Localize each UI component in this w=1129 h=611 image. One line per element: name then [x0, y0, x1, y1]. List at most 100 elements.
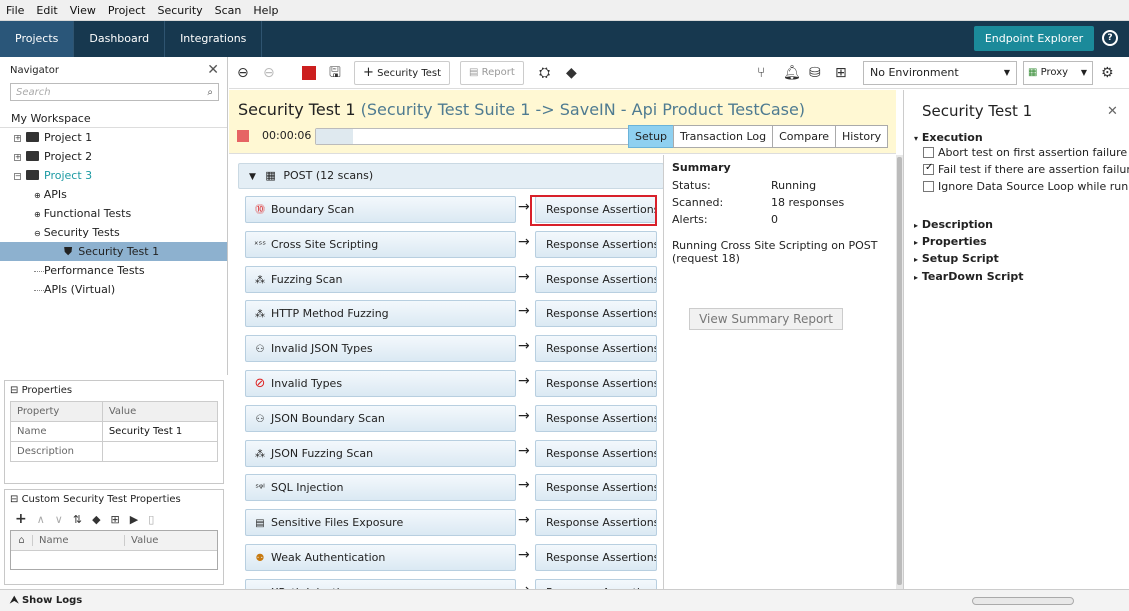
tree-item-functional-tests[interactable]: ⊕ Functional Tests — [0, 204, 227, 223]
scan-item[interactable]: ⚇ JSON Boundary Scan — [245, 405, 516, 432]
response-assertions-button[interactable]: Response Assertions — [535, 579, 657, 589]
report-button[interactable]: ▤ Report — [460, 61, 524, 85]
save-icon[interactable]: 🖫 — [329, 65, 341, 81]
menu-help[interactable]: Help — [253, 4, 278, 17]
clear-icon[interactable]: ◆ — [92, 513, 100, 526]
scan-item[interactable]: ⁂ JSON Fuzzing Scan — [245, 440, 516, 467]
view-summary-report-button[interactable]: View Summary Report — [689, 308, 843, 330]
checkbox[interactable] — [923, 162, 934, 175]
diamond-icon[interactable]: ◆ — [566, 65, 577, 81]
response-assertions-button[interactable]: Response Assertions — [535, 370, 657, 397]
response-assertions-button[interactable]: Response Assertions — [535, 405, 657, 432]
response-assertions-button[interactable]: Response Assertions — [535, 231, 657, 258]
scan-item[interactable]: ⊘ Invalid Types — [245, 370, 516, 397]
move-down-icon[interactable]: ∨ — [55, 513, 63, 526]
menu-edit[interactable]: Edit — [36, 4, 57, 17]
scan-item[interactable]: ˣᵖ XPath Injection — [245, 579, 516, 589]
response-assertions-button[interactable]: Response Assertions — [535, 266, 657, 293]
tab-transaction-log[interactable]: Transaction Log — [673, 125, 774, 148]
import-icon[interactable]: ⊞ — [111, 513, 120, 526]
scan-item[interactable]: ⓾ Boundary Scan — [245, 196, 516, 223]
horizontal-scrollbar[interactable] — [972, 597, 1074, 605]
section-setup-script[interactable]: ▸ Setup Script — [914, 252, 999, 265]
security-test-button[interactable]: + Security Test — [354, 61, 451, 85]
tree-item-apis[interactable]: ⊕ APIs — [0, 185, 227, 204]
scan-item[interactable]: ⚉ Weak Authentication — [245, 544, 516, 571]
table-row[interactable]: Name Security Test 1 — [10, 421, 219, 442]
gear-icon[interactable]: ⚙ — [1101, 65, 1114, 81]
move-up-icon[interactable]: ∧ — [37, 513, 45, 526]
section-execution[interactable]: ▾ Execution — [914, 131, 983, 144]
show-logs-button[interactable]: ⮝ Show Logs — [10, 595, 82, 606]
endpoint-explorer-button[interactable]: Endpoint Explorer — [974, 26, 1094, 51]
search-icon[interactable]: ⌕ — [207, 87, 213, 98]
menu-scan[interactable]: Scan — [215, 4, 242, 17]
response-assertions-button[interactable]: Response Assertions — [535, 335, 657, 362]
response-assertions-button[interactable]: Response Assertions — [535, 474, 657, 501]
section-properties[interactable]: ▸ Properties — [914, 235, 987, 248]
response-assertions-button[interactable]: Response Assertions — [535, 300, 657, 327]
tab-history[interactable]: History — [835, 125, 889, 148]
response-assertions-button[interactable]: Response Assertions — [535, 440, 657, 467]
back-icon[interactable]: ⊖ — [237, 65, 249, 81]
tree-item-apis-virtual[interactable]: APIs (Virtual) — [0, 280, 227, 299]
option-fail-on-assertion[interactable]: Fail test if there are assertion failure… — [923, 162, 1129, 176]
scan-item[interactable]: ⁂ HTTP Method Fuzzing — [245, 300, 516, 327]
collapse-icon[interactable]: − — [14, 172, 21, 180]
close-icon[interactable]: ✕ — [1107, 104, 1118, 119]
scan-item[interactable]: ⁂ Fuzzing Scan — [245, 266, 516, 293]
option-abort-on-failure[interactable]: Abort test on first assertion failure — [923, 146, 1127, 159]
tab-projects[interactable]: Projects — [0, 21, 75, 57]
scan-item[interactable]: ▤ Sensitive Files Exposure — [245, 509, 516, 536]
forward-icon[interactable]: ⊖ — [263, 65, 275, 81]
branch-icon[interactable]: ⑂ — [757, 65, 765, 81]
chevron-down-icon[interactable]: ▼ — [249, 172, 256, 182]
tree-item-project-1[interactable]: + Project 1 — [0, 128, 227, 147]
post-header[interactable]: ▼ ▦ POST (12 scans) — [238, 163, 663, 189]
add-icon[interactable]: + — [15, 511, 27, 527]
vertical-scrollbar[interactable] — [896, 155, 903, 589]
tree-item-project-2[interactable]: + Project 2 — [0, 147, 227, 166]
response-assertions-button[interactable]: Response Assertions — [535, 509, 657, 536]
navigator-search-input[interactable]: Search ⌕ — [10, 83, 219, 101]
database-icon[interactable]: ⛁ — [809, 65, 821, 81]
tree-item-project-3[interactable]: − Project 3 — [0, 166, 227, 185]
tree-item-security-tests[interactable]: ⊖ Security Tests — [0, 223, 227, 242]
menu-project[interactable]: Project — [108, 4, 146, 17]
checkbox[interactable] — [923, 181, 934, 192]
close-icon[interactable]: ✕ — [207, 62, 219, 78]
tab-dashboard[interactable]: Dashboard — [74, 21, 166, 57]
expand-icon[interactable]: + — [14, 134, 21, 142]
table-row[interactable]: Description — [10, 441, 219, 462]
collapse-icon[interactable]: ⊟ — [10, 385, 18, 396]
collapse-icon[interactable]: ⊟ — [10, 494, 18, 505]
scrollbar-thumb[interactable] — [897, 157, 902, 585]
expand-icon[interactable]: + — [14, 153, 21, 161]
tree-workspace[interactable]: My Workspace — [0, 109, 227, 128]
help-circle-icon[interactable]: ? — [1102, 30, 1118, 46]
tree-item-security-test-1[interactable]: ⛊ Security Test 1 — [0, 242, 227, 261]
scan-item[interactable]: ˣˢˢ Cross Site Scripting — [245, 231, 516, 258]
stop-icon[interactable] — [302, 66, 316, 80]
export-icon[interactable]: ▶ — [130, 513, 138, 526]
menu-security[interactable]: Security — [157, 4, 202, 17]
tree-item-performance-tests[interactable]: Performance Tests — [0, 261, 227, 280]
section-description[interactable]: ▸ Description — [914, 218, 993, 231]
proxy-select[interactable]: ▦ Proxy ▼ — [1023, 61, 1093, 85]
scan-item[interactable]: ˢᵠˡ SQL Injection — [245, 474, 516, 501]
tab-setup[interactable]: Setup — [628, 125, 675, 148]
menu-file[interactable]: File — [6, 4, 24, 17]
environment-select[interactable]: No Environment ▼ — [863, 61, 1017, 85]
scan-item[interactable]: ⚇ Invalid JSON Types — [245, 335, 516, 362]
scan-settings-icon[interactable]: ⛭ — [539, 65, 550, 81]
delete-icon[interactable]: ▯ — [148, 513, 154, 526]
network-icon[interactable]: ⊞ — [835, 65, 847, 81]
section-teardown-script[interactable]: ▸ TearDown Script — [914, 270, 1024, 283]
checkbox[interactable] — [923, 147, 934, 158]
tab-integrations[interactable]: Integrations — [165, 21, 263, 57]
option-ignore-data-source-loop[interactable]: Ignore Data Source Loop while running — [923, 180, 1129, 193]
response-assertions-button[interactable]: Response Assertions — [535, 544, 657, 571]
sort-icon[interactable]: ⇅ — [73, 513, 82, 526]
tab-compare[interactable]: Compare — [772, 125, 837, 148]
menu-view[interactable]: View — [70, 4, 96, 17]
